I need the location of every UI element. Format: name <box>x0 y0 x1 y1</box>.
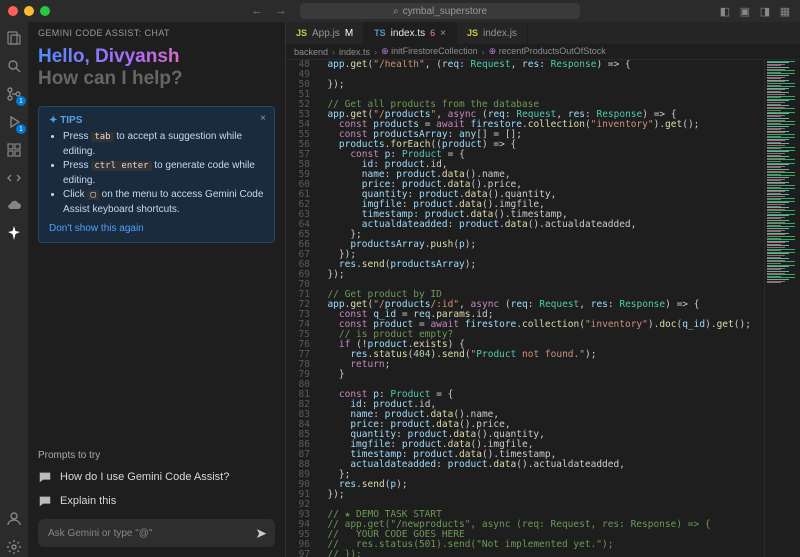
maximize-window[interactable] <box>40 6 50 16</box>
settings-gear-icon[interactable] <box>4 537 24 557</box>
layout-sidebar-right-icon[interactable]: ◨ <box>758 4 772 18</box>
filetype-icon: TS <box>374 28 386 38</box>
close-window[interactable] <box>8 6 18 16</box>
line-numbers: 48 49 50 51 52 53 54 55 56 57 58 59 60 6… <box>286 60 316 557</box>
breadcrumb[interactable]: backend›index.ts›⊕ initFirestoreCollecti… <box>286 44 800 60</box>
editor-tab[interactable]: TSindex.ts6× <box>364 22 457 44</box>
filetype-icon: JS <box>467 28 478 38</box>
prompt-suggestion[interactable]: Explain this <box>28 489 285 513</box>
editor-tab[interactable]: JSindex.js <box>457 22 528 44</box>
cloud-icon[interactable] <box>4 196 24 216</box>
close-tab-icon[interactable]: × <box>440 28 446 39</box>
extensions-icon[interactable] <box>4 140 24 160</box>
minimap[interactable] <box>764 60 800 557</box>
greeting-hello: Hello, Divyansh <box>38 46 275 68</box>
layout-sidebar-left-icon[interactable]: ◧ <box>718 4 732 18</box>
editor-area: JSApp.jsM TS index.ts 6 × JSindex.js backend›… <box>286 22 800 557</box>
window-controls <box>8 6 50 16</box>
source-control-icon[interactable]: 1 <box>4 84 24 104</box>
scm-badge: 1 <box>16 96 26 106</box>
chat-icon <box>38 470 52 484</box>
nav-arrows: ← → <box>250 4 288 18</box>
modified-indicator: M <box>345 28 353 39</box>
breadcrumb-segment[interactable]: backend <box>294 47 328 57</box>
code-editor[interactable]: 48 49 50 51 52 53 54 55 56 57 58 59 60 6… <box>286 60 800 557</box>
titlebar: ← → ⌕cymbal_superstore ◧ ▣ ◨ ▦ <box>0 0 800 22</box>
layout-panel-icon[interactable]: ▣ <box>738 4 752 18</box>
search-icon[interactable] <box>4 56 24 76</box>
activity-bar: 1 1 <box>0 22 28 557</box>
explorer-icon[interactable] <box>4 28 24 48</box>
editor-tab[interactable]: JSApp.jsM <box>286 22 364 44</box>
close-icon[interactable]: × <box>260 113 266 124</box>
send-icon[interactable]: ➤ <box>255 525 267 542</box>
layout-customize-icon[interactable]: ▦ <box>778 4 792 18</box>
tips-dismiss-link[interactable]: Don't show this again <box>49 223 264 234</box>
panel-title: GEMINI CODE ASSIST: CHAT <box>28 22 285 42</box>
prompt-suggestion[interactable]: How do I use Gemini Code Assist? <box>28 465 285 489</box>
tips-box: × ✦ TIPS Press tab to accept a suggestio… <box>38 106 275 243</box>
error-count: 6 <box>430 28 435 38</box>
tips-item: Click ▢ on the menu to access Gemini Cod… <box>63 188 264 217</box>
editor-tabs: JSApp.jsMTSindex.ts6×JSindex.js <box>286 22 800 44</box>
command-center[interactable]: ⌕cymbal_superstore <box>300 3 580 19</box>
tips-item: Press ctrl enter to generate code while … <box>63 159 264 188</box>
debug-badge: 1 <box>16 124 26 134</box>
run-debug-icon[interactable]: 1 <box>4 112 24 132</box>
minimize-window[interactable] <box>24 6 34 16</box>
code-content[interactable]: app.get("/health", (req: Request, res: R… <box>316 60 751 557</box>
gemini-icon[interactable] <box>4 224 24 244</box>
filetype-icon: JS <box>296 28 307 38</box>
tips-list: Press tab to accept a suggestion while e… <box>49 130 264 217</box>
nav-back-icon[interactable]: ← <box>250 4 264 18</box>
greeting-help: How can I help? <box>38 68 275 90</box>
gemini-chat-panel: GEMINI CODE ASSIST: CHAT Hello, Divyansh… <box>28 22 286 557</box>
tips-title: ✦ TIPS <box>49 115 264 126</box>
breadcrumb-segment[interactable]: ⊕ recentProductsOutOfStock <box>489 46 606 57</box>
cloud-code-icon[interactable] <box>4 168 24 188</box>
tips-item: Press tab to accept a suggestion while e… <box>63 130 264 159</box>
chat-input[interactable]: Ask Gemini or type "@" ➤ <box>38 519 275 547</box>
chat-icon <box>38 494 52 508</box>
nav-forward-icon[interactable]: → <box>274 4 288 18</box>
breadcrumb-segment[interactable]: index.ts <box>339 47 370 57</box>
breadcrumb-segment[interactable]: ⊕ initFirestoreCollection <box>381 46 478 57</box>
prompts-label: Prompts to try <box>28 450 285 465</box>
greeting: Hello, Divyansh How can I help? <box>28 42 285 100</box>
account-icon[interactable] <box>4 509 24 529</box>
